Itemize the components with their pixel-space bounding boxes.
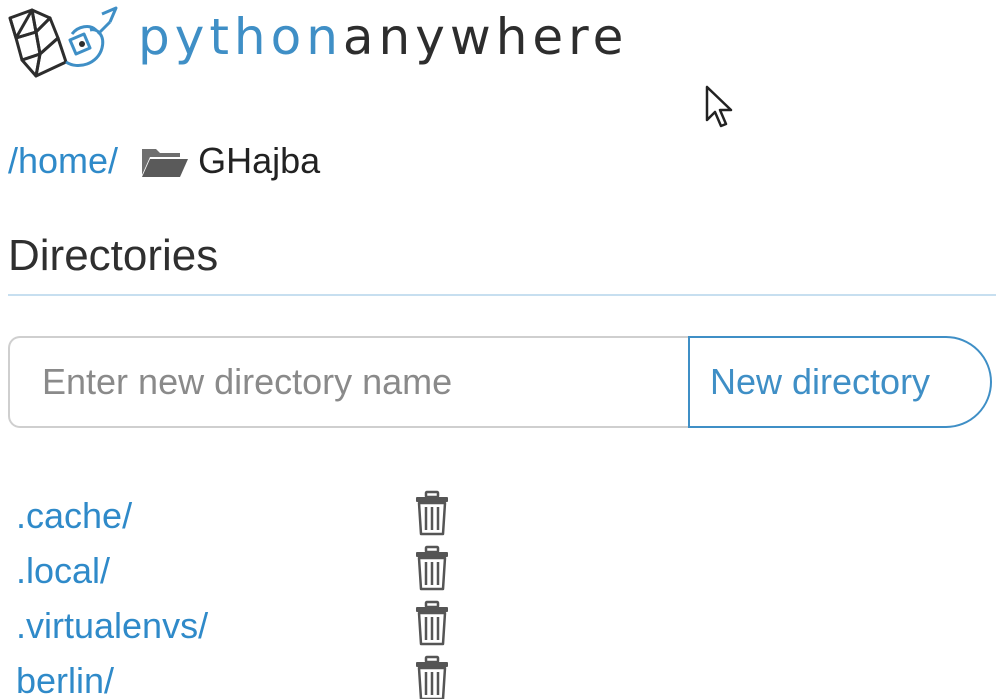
snake-logo-icon bbox=[8, 6, 118, 78]
directory-list: .cache/ .local/ .virtualenvs/ berlin/ bbox=[16, 488, 516, 699]
new-directory-form: New directory bbox=[8, 336, 992, 428]
trash-icon[interactable] bbox=[414, 600, 450, 646]
trash-icon[interactable] bbox=[414, 490, 450, 536]
logo-text-python: python bbox=[138, 8, 343, 66]
folder-open-icon bbox=[142, 149, 189, 177]
new-directory-button[interactable]: New directory bbox=[688, 336, 992, 428]
directory-link[interactable]: .virtualenvs/ bbox=[16, 605, 208, 647]
trash-icon[interactable] bbox=[414, 545, 450, 591]
logo-wordmark[interactable]: pythonanywhere bbox=[138, 4, 628, 70]
directories-heading: Directories bbox=[8, 231, 219, 280]
directory-row: .cache/ bbox=[16, 488, 516, 543]
breadcrumb: /home/ GHajba bbox=[8, 138, 320, 184]
new-directory-input[interactable] bbox=[8, 336, 688, 428]
mouse-pointer-icon bbox=[705, 85, 733, 128]
logo-text-anywhere: anywhere bbox=[342, 8, 629, 66]
pythonanywhere-logo[interactable] bbox=[6, 4, 124, 80]
directory-row: .virtualenvs/ bbox=[16, 598, 516, 653]
directory-link[interactable]: berlin/ bbox=[16, 660, 114, 699]
directory-row: berlin/ bbox=[16, 653, 516, 699]
breadcrumb-home-link[interactable]: /home/ bbox=[8, 140, 118, 182]
directory-link[interactable]: .local/ bbox=[16, 550, 110, 592]
breadcrumb-current-directory: GHajba bbox=[198, 140, 321, 181]
trash-icon[interactable] bbox=[414, 655, 450, 699]
directory-row: .local/ bbox=[16, 543, 516, 598]
heading-divider bbox=[8, 294, 996, 296]
directory-link[interactable]: .cache/ bbox=[16, 495, 132, 537]
